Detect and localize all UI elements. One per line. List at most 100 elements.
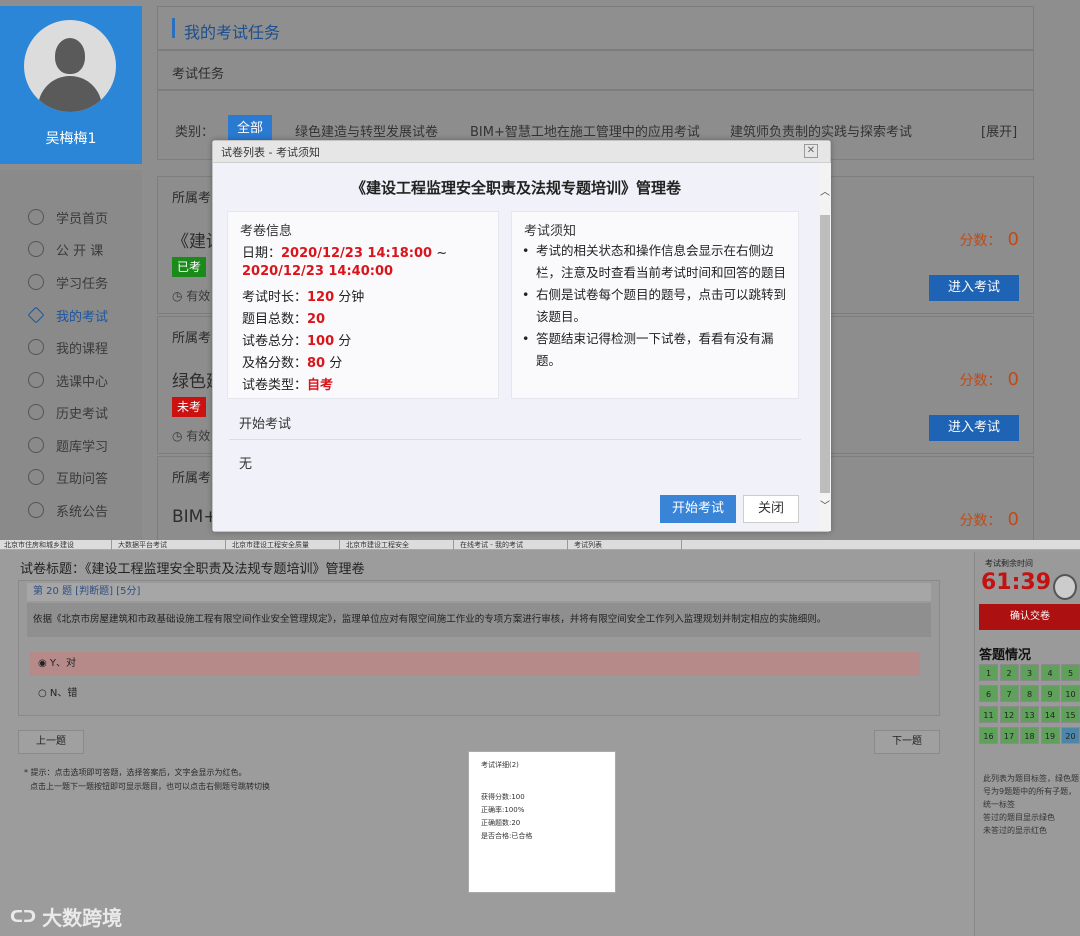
chat-icon — [28, 469, 44, 485]
close-button[interactable]: 关闭 — [743, 495, 799, 523]
filter-label: 类别： — [175, 125, 215, 140]
sidebar-item-announcements[interactable]: 系统公告 — [28, 499, 108, 521]
section-header: 考试任务 — [157, 50, 1034, 90]
exam-side-panel: 考试剩余时间 61:39 确认交卷 答题情况 1 2 3 4 5 6 7 8 9 10 11 12 13… — [974, 552, 1080, 936]
exam-result-popup: 考试详细(2) 获得分数:100 正确率:100% 正确题数:20 是否合格:已… — [468, 751, 616, 893]
question-number-1[interactable]: 1 — [979, 664, 998, 681]
book-icon — [28, 241, 44, 257]
question-number-5[interactable]: 5 — [1061, 664, 1080, 681]
question-number-20[interactable]: 20 — [1061, 727, 1080, 744]
start-section-value: 无 — [239, 457, 253, 472]
prev-question-button[interactable]: 上一题 — [18, 730, 84, 754]
exam-heading: 《建设工程监理安全职责及法规专题培训》管理卷 — [350, 179, 681, 197]
result-accuracy: 正确率:100% — [481, 806, 525, 814]
sidebar-item-question-bank[interactable]: 题库学习 — [28, 434, 108, 456]
countdown-timer: 61:39 — [981, 570, 1052, 595]
enter-exam-button[interactable]: 进入考试 — [929, 415, 1019, 441]
watermark-logo-icon: ᑕᑐ — [10, 907, 37, 926]
question-number-3[interactable]: 3 — [1020, 664, 1039, 681]
browser-tab[interactable]: 北京市建设工程安全 — [342, 540, 454, 550]
exam-date: 日期：2020/12/23 14:18:00 ~ — [242, 246, 448, 261]
sidebar-item-home[interactable]: 学员首页 — [28, 206, 108, 228]
chevron-down-icon[interactable]: ﹀ — [820, 497, 830, 512]
question-count: 题目总数：20 — [242, 312, 326, 327]
enter-exam-button[interactable]: 进入考试 — [929, 275, 1019, 301]
tips-text: * 提示：点击选项即可答题，选择答案后，文字会显示为红色。 点击上一题下一题按钮… — [24, 768, 270, 791]
submit-exam-button[interactable]: 确认交卷 — [979, 604, 1080, 630]
browser-tab[interactable]: 大数据平台考试 — [114, 540, 226, 550]
browser-tab[interactable]: 北京市住房和城乡建设 — [0, 540, 112, 550]
option-false[interactable]: ○ N、错 — [38, 684, 77, 699]
score: 分数： 0 — [959, 229, 1019, 250]
notice-item: 答题结束记得检测一下试卷，看看有没有漏题。 — [522, 328, 790, 372]
question-number-15[interactable]: 15 — [1061, 706, 1080, 723]
question-number-9[interactable]: 9 — [1040, 685, 1060, 702]
next-question-button[interactable]: 下一题 — [874, 730, 940, 754]
pencil-icon — [27, 306, 45, 324]
avatar[interactable] — [24, 20, 116, 112]
question-number-14[interactable]: 14 — [1040, 706, 1060, 723]
question-number-16[interactable]: 16 — [979, 727, 998, 744]
question-number-13[interactable]: 13 — [1020, 706, 1039, 723]
question-number-11[interactable]: 11 — [979, 706, 998, 723]
browser-tab[interactable]: 北京市建设工程安全质量 — [228, 540, 340, 550]
exam-notice-box: 考试须知 考试的相关状态和操作信息会显示在右侧边栏，注意及时查看当前考试时间和回… — [511, 211, 799, 399]
dialog-scrollbar[interactable]: ︿ ﹀ — [819, 163, 831, 531]
option-true[interactable]: ◉ Y、对 — [30, 652, 920, 676]
exam-answer-screenshot: 北京市住房和城乡建设 大数据平台考试 北京市建设工程安全质量 北京市建设工程安全… — [0, 540, 1080, 936]
browser-tab-strip: 北京市住房和城乡建设 大数据平台考试 北京市建设工程安全质量 北京市建设工程安全… — [0, 540, 1080, 550]
exam-name[interactable]: BIM+ — [172, 507, 218, 527]
question-number-4[interactable]: 4 — [1040, 664, 1060, 681]
exam-portal-screenshot: 吴梅梅1 学员首页 公 开 课 学习任务 我的考试 我的课程 选课中心 历史考试… — [0, 0, 1080, 540]
username: 吴梅梅1 — [45, 131, 97, 147]
status-badge: 未考 — [172, 397, 206, 417]
page-title: 我的考试任务 — [184, 23, 281, 42]
notice-list: 考试的相关状态和操作信息会显示在右侧边栏，注意及时查看当前考试时间和回答的题目 … — [522, 240, 790, 372]
question-number-8[interactable]: 8 — [1020, 685, 1039, 702]
result-score: 获得分数:100 — [481, 793, 525, 801]
question-number-18[interactable]: 18 — [1020, 727, 1039, 744]
filter-category[interactable]: 建筑师负责制的实践与探索考试 — [730, 121, 912, 140]
question-number-6[interactable]: 6 — [979, 685, 998, 702]
score: 分数： 0 — [959, 509, 1019, 530]
valid-period: ◷ 有效 — [172, 289, 211, 303]
notice-item: 右侧是试卷每个题目的题号，点击可以跳转到该题目。 — [522, 284, 790, 328]
sidebar-item-history[interactable]: 历史考试 — [28, 401, 108, 423]
start-section-title: 开始考试 — [239, 417, 292, 432]
browser-tab[interactable]: 考试列表 — [570, 540, 682, 550]
question-number-2[interactable]: 2 — [999, 664, 1019, 681]
question-number-7[interactable]: 7 — [999, 685, 1019, 702]
question-panel: 第 20 题 [判断题] [5分] 依据《北京市房屋建筑和市政基础设施工程有限空… — [18, 580, 940, 716]
answer-status-title: 答题情况 — [979, 648, 1032, 663]
question-number-10[interactable]: 10 — [1061, 685, 1080, 702]
time-remaining-label: 考试剩余时间 — [985, 559, 1033, 568]
exam-paper-title: 试卷标题：《建设工程监理安全职责及法规专题培训》管理卷 — [20, 562, 365, 577]
start-exam-button[interactable]: 开始考试 — [660, 495, 736, 523]
sidebar-item-tasks[interactable]: 学习任务 — [28, 271, 108, 293]
question-number-12[interactable]: 12 — [999, 706, 1019, 723]
score: 分数： 0 — [959, 369, 1019, 390]
browser-tab[interactable]: 在线考试 - 我的考试 — [456, 540, 568, 550]
close-icon[interactable]: ✕ — [804, 144, 818, 158]
question-number-17[interactable]: 17 — [999, 727, 1019, 744]
divider — [229, 439, 801, 440]
sidebar-item-course-center[interactable]: 选课中心 — [28, 369, 108, 391]
dialog-titlebar: 试卷列表 - 考试须知 ✕ — [213, 141, 830, 163]
question-number-19[interactable]: 19 — [1040, 727, 1060, 744]
total-score: 试卷总分：100 分 — [242, 334, 352, 349]
filter-expand-link[interactable]: [展开] — [981, 121, 1017, 140]
exam-type: 试卷类型：自考 — [242, 378, 334, 393]
sidebar-item-open-course[interactable]: 公 开 课 — [28, 238, 103, 260]
exam-date-end: 2020/12/23 14:40:00 — [242, 264, 394, 279]
answer-legend: 此列表为题目标签，绿色题号为9题题中的所有子题，统一标签 答过的题目显示绿色 未… — [983, 774, 1079, 835]
filter-category[interactable]: BIM+智慧工地在施工管理中的应用考试 — [470, 121, 700, 140]
sidebar-item-my-courses[interactable]: 我的课程 — [28, 336, 108, 358]
sidebar-item-qa[interactable]: 互助问答 — [28, 466, 108, 488]
result-correct-count: 正确题数:20 — [481, 819, 521, 827]
filter-all-button[interactable]: 全部 — [228, 115, 272, 143]
mail-icon — [28, 502, 44, 518]
filter-category[interactable]: 绿色建造与转型发展试卷 — [295, 121, 438, 140]
page-title-bar: 我的考试任务 — [157, 6, 1034, 50]
sidebar-item-my-exams[interactable]: 我的考试 — [27, 304, 108, 326]
chevron-up-icon[interactable]: ︿ — [820, 183, 830, 198]
